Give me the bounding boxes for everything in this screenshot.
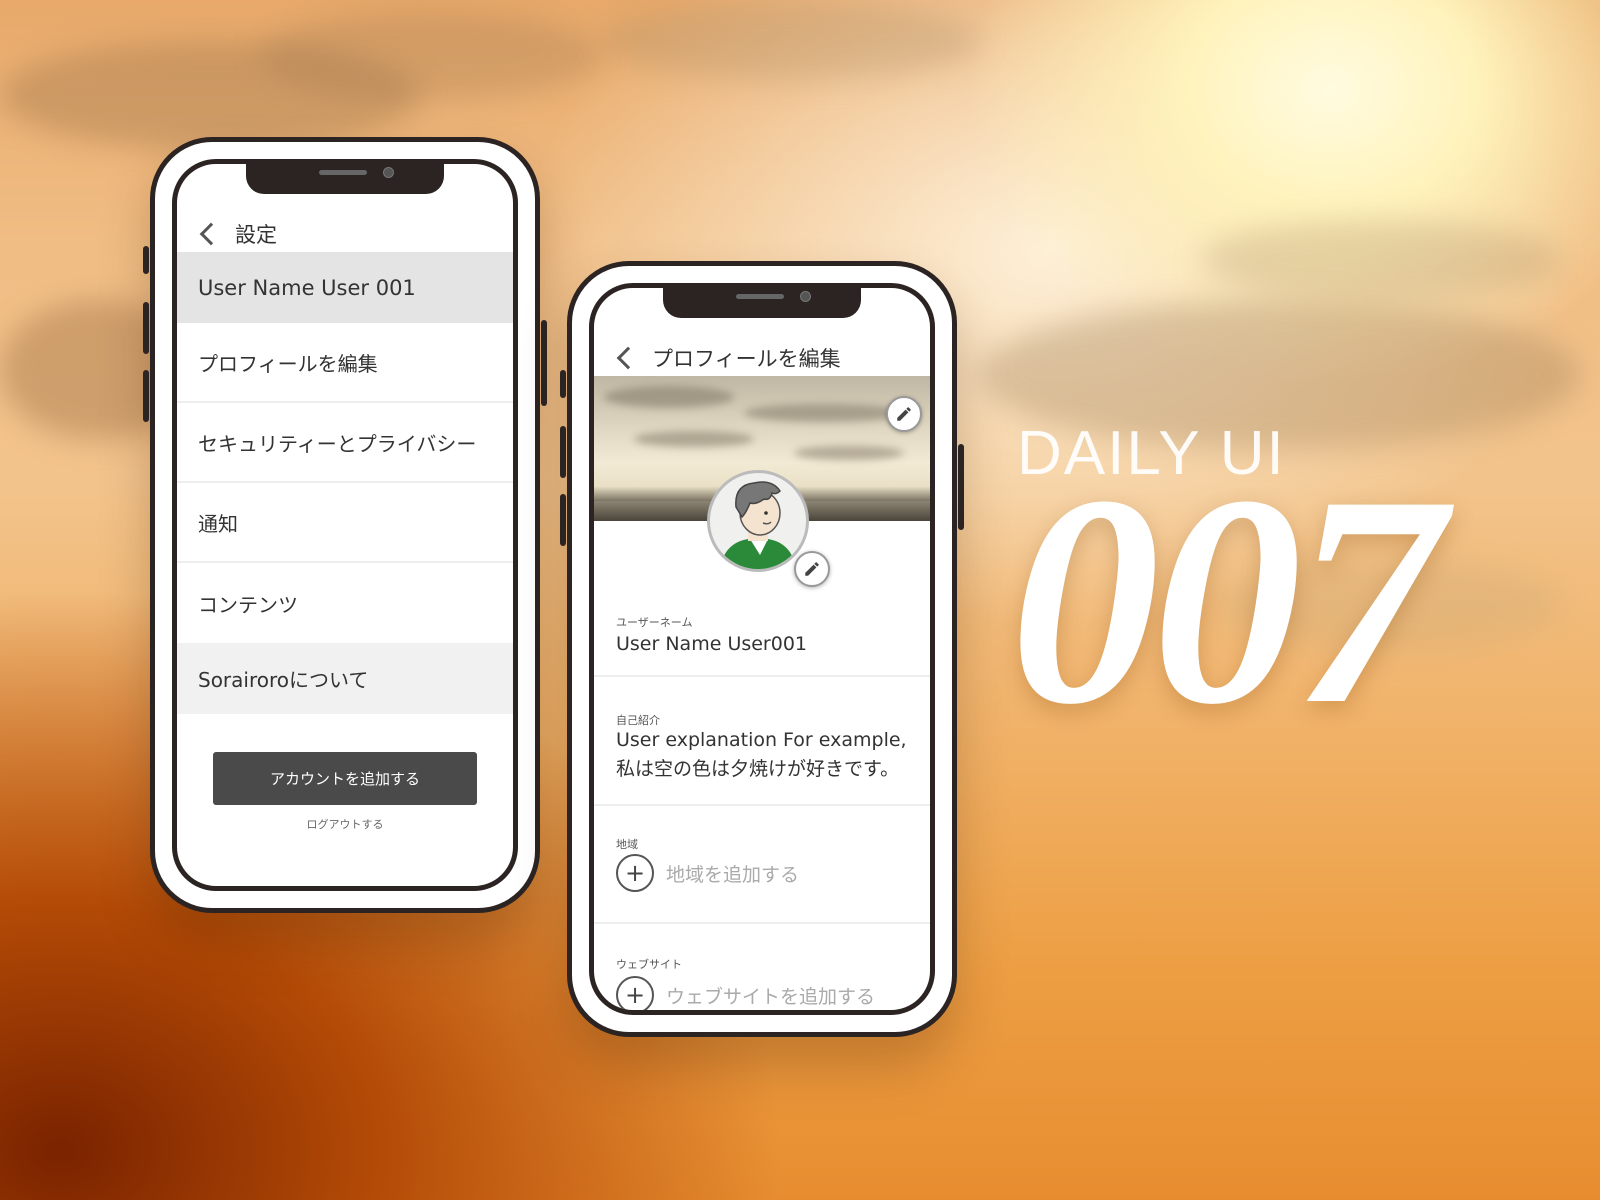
pencil-icon: [897, 407, 911, 421]
profile-header: プロフィールを編集: [616, 340, 920, 376]
settings-menu: User Name User 001 プロフィールを編集 セキュリティーとプライ…: [177, 252, 513, 714]
username-field[interactable]: User Name User001: [616, 630, 807, 659]
region-label: 地域: [616, 838, 638, 851]
plus-icon[interactable]: +: [616, 976, 654, 1010]
settings-title: 設定: [235, 223, 277, 247]
edit-cover-button[interactable]: [886, 396, 922, 432]
menu-item-security-privacy[interactable]: セキュリティーとプライバシー: [177, 403, 513, 483]
logout-link[interactable]: ログアウトする: [177, 816, 513, 832]
settings-header: 設定: [199, 216, 503, 252]
notch: [246, 164, 444, 194]
pencil-icon: [805, 562, 819, 576]
challenge-number: 007: [1010, 434, 1444, 766]
divider: [594, 804, 930, 806]
settings-screen: 設定 User Name User 001 プロフィールを編集 セキュリティーと…: [172, 159, 518, 891]
settings-user-row[interactable]: User Name User 001: [177, 252, 513, 323]
website-placeholder: ウェブサイトを追加する: [666, 985, 876, 1008]
website-label: ウェブサイト: [616, 958, 682, 971]
add-website-row[interactable]: + ウェブサイトを追加する: [616, 976, 876, 1010]
bio-line-1: User explanation For example,: [616, 729, 907, 751]
profile-title: プロフィールを編集: [652, 347, 841, 371]
avatar: [707, 470, 809, 572]
divider: [594, 675, 930, 677]
bio-field[interactable]: User explanation For example, 私は空の色は夕焼けが…: [616, 726, 907, 784]
menu-item-about[interactable]: Sorairoroについて: [177, 643, 513, 714]
bio-line-2: 私は空の色は夕焼けが好きです。: [616, 758, 900, 780]
divider: [594, 922, 930, 924]
username-label: ユーザーネーム: [616, 616, 693, 629]
chevron-left-icon[interactable]: [199, 222, 223, 246]
profile-phone: プロフィールを編集 ユーザーネーム User Name User001 自己紹介…: [560, 261, 964, 1037]
settings-phone: 設定 User Name User 001 プロフィールを編集 セキュリティーと…: [143, 137, 547, 913]
plus-icon[interactable]: +: [616, 854, 654, 892]
menu-item-contents[interactable]: コンテンツ: [177, 563, 513, 643]
edit-avatar-button[interactable]: [794, 551, 830, 587]
add-region-row[interactable]: + 地域を追加する: [616, 854, 799, 892]
profile-screen: プロフィールを編集 ユーザーネーム User Name User001 自己紹介…: [589, 283, 935, 1015]
region-placeholder: 地域を追加する: [666, 863, 800, 886]
menu-item-notifications[interactable]: 通知: [177, 483, 513, 563]
add-account-button[interactable]: アカウントを追加する: [213, 752, 477, 805]
chevron-left-icon[interactable]: [616, 346, 640, 370]
menu-item-edit-profile[interactable]: プロフィールを編集: [177, 323, 513, 403]
notch: [663, 288, 861, 318]
